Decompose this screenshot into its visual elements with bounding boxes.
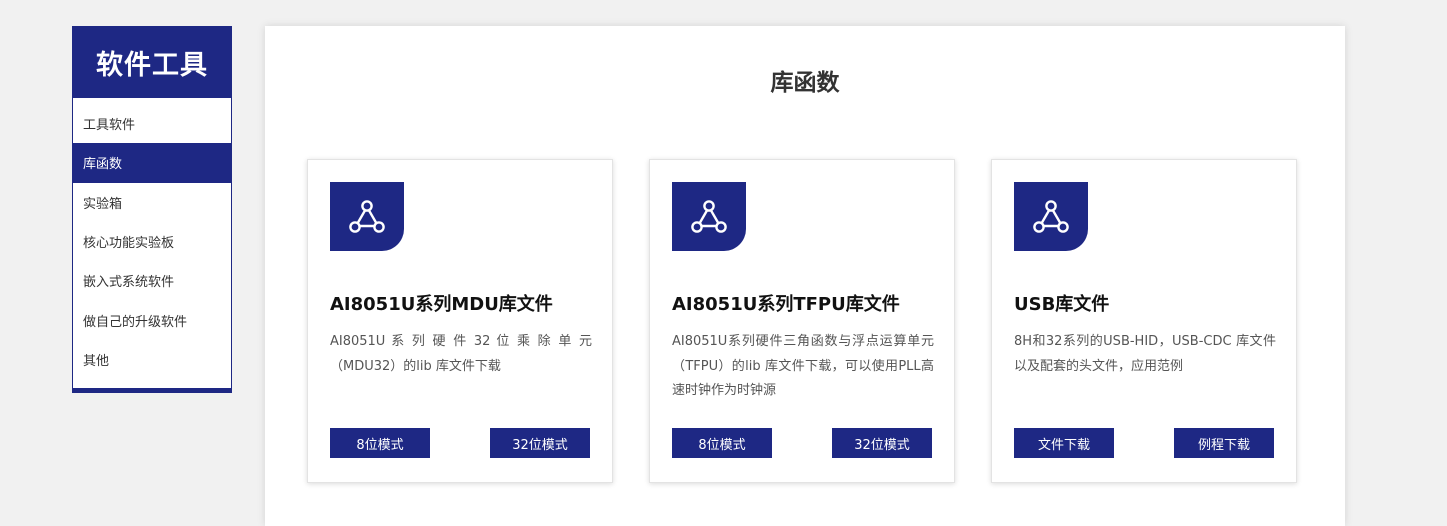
8bit-mode-button[interactable]: 8位模式 [672, 428, 772, 458]
card-description: AI8051U 系 列 硬 件 32 位 乘 除 单 元（MDU32）的lib … [330, 334, 592, 374]
sidebar-item-lab-box[interactable]: 实验箱 [73, 183, 231, 222]
sidebar-list: 工具软件 库函数 实验箱 核心功能实验板 嵌入式系统软件 做自己的升级软件 其他 [73, 98, 231, 379]
main-panel: 库函数 AI8051U系列MDU库文件 AI8051U 系 列 硬 件 32 位… [265, 26, 1345, 526]
sidebar-item-embedded[interactable]: 嵌入式系统软件 [73, 261, 231, 300]
card-title: AI8051U系列MDU库文件 [330, 294, 553, 315]
sidebar-item-core-board[interactable]: 核心功能实验板 [73, 222, 231, 261]
share-nodes-icon [1014, 182, 1088, 251]
share-nodes-icon [330, 182, 404, 251]
card-description: AI8051U系列硬件三角函数与浮点运算单元（TFPU）的lib 库文件下载，可… [672, 334, 934, 398]
page-title: 库函数 [770, 70, 840, 96]
library-card-tfpu: AI8051U系列TFPU库文件 AI8051U系列硬件三角函数与浮点运算单元（… [649, 159, 955, 483]
32bit-mode-button[interactable]: 32位模式 [490, 428, 590, 458]
example-download-button[interactable]: 例程下载 [1174, 428, 1274, 458]
8bit-mode-button[interactable]: 8位模式 [330, 428, 430, 458]
share-nodes-icon [672, 182, 746, 251]
file-download-button[interactable]: 文件下载 [1014, 428, 1114, 458]
32bit-mode-button[interactable]: 32位模式 [832, 428, 932, 458]
library-card-usb: USB库文件 8H和32系列的USB-HID，USB-CDC 库文件以及配套的头… [991, 159, 1297, 483]
library-card-mdu: AI8051U系列MDU库文件 AI8051U 系 列 硬 件 32 位 乘 除… [307, 159, 613, 483]
sidebar-item-library[interactable]: 库函数 [73, 143, 231, 183]
sidebar-item-upgrade[interactable]: 做自己的升级软件 [73, 300, 231, 339]
sidebar-item-other[interactable]: 其他 [73, 340, 231, 379]
card-description: 8H和32系列的USB-HID，USB-CDC 库文件以及配套的头文件，应用范例 [1014, 334, 1276, 374]
card-title: USB库文件 [1014, 294, 1110, 315]
sidebar-item-tools[interactable]: 工具软件 [73, 104, 231, 143]
sidebar: 软件工具 工具软件 库函数 实验箱 核心功能实验板 嵌入式系统软件 做自己的升级… [72, 26, 232, 393]
card-title: AI8051U系列TFPU库文件 [672, 294, 900, 315]
sidebar-title: 软件工具 [73, 27, 231, 98]
